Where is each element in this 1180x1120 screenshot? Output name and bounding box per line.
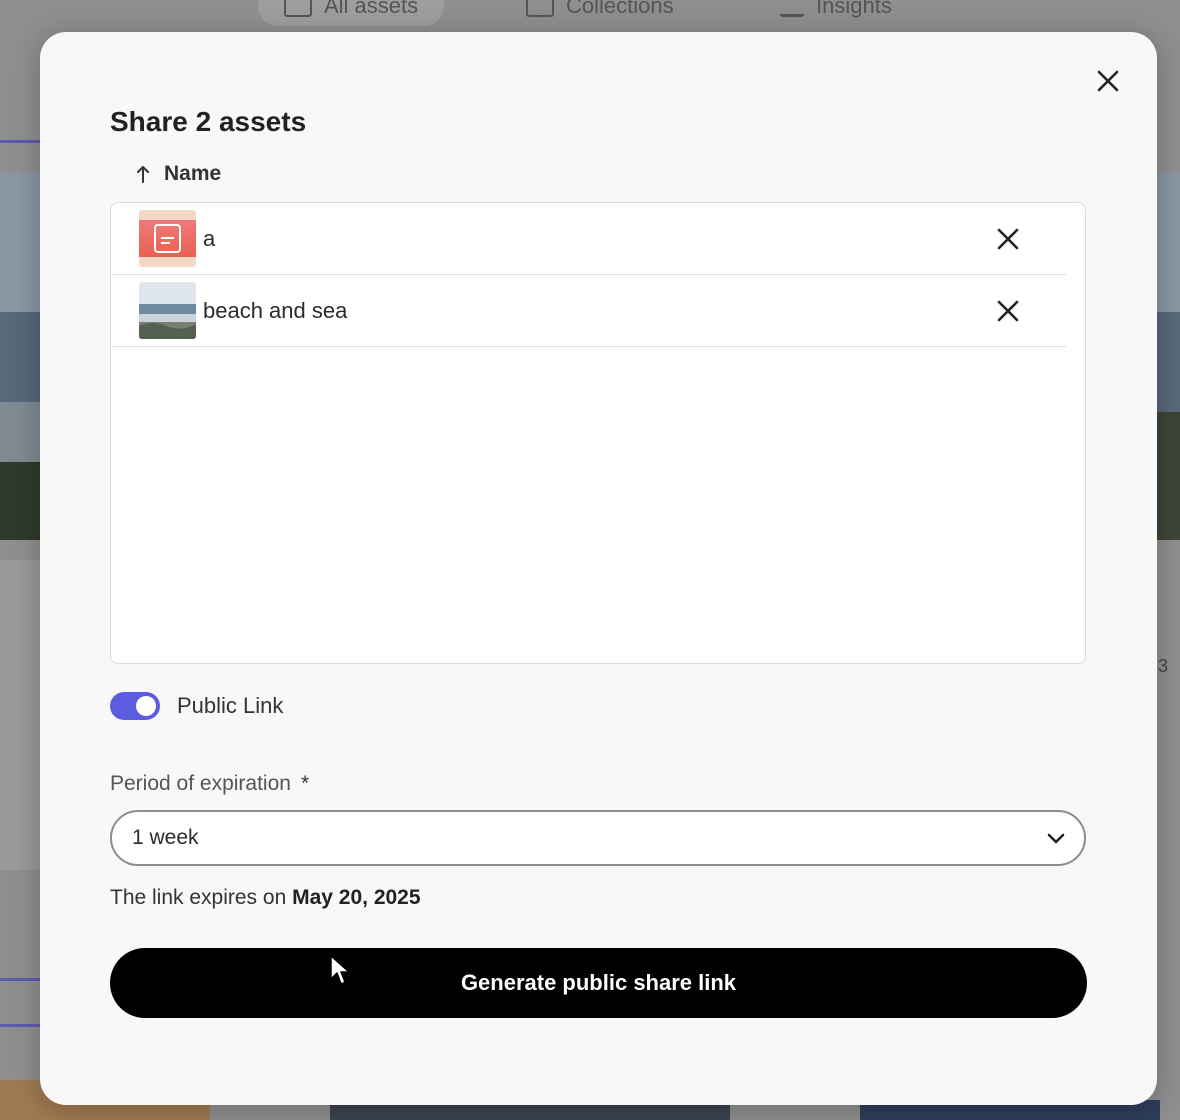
tab-insights-label: Insights <box>816 0 892 18</box>
background-accent-line <box>0 140 40 143</box>
public-link-label: Public Link <box>177 693 284 718</box>
tab-insights: Insights <box>780 0 892 26</box>
share-dialog: Share 2 assets Name a beach and sea Publ… <box>40 32 1157 1105</box>
background-accent-line <box>0 978 40 981</box>
background-photo-left <box>0 172 40 540</box>
close-button[interactable] <box>1093 66 1123 96</box>
background-photo-right <box>1157 172 1180 540</box>
tab-collections: Collections <box>526 0 674 26</box>
close-icon <box>997 228 1019 249</box>
remove-asset-button[interactable] <box>994 297 1022 325</box>
remove-asset-button[interactable] <box>994 225 1022 253</box>
expiration-label-text: Period of expiration <box>110 772 291 795</box>
background-accent-line <box>0 1024 40 1027</box>
tab-all-assets: All assets <box>258 0 445 26</box>
toggle-knob <box>136 696 156 716</box>
sort-by-name-header[interactable]: Name <box>136 160 221 188</box>
close-icon <box>997 300 1019 321</box>
beach-photo-thumbnail <box>139 282 196 339</box>
expiration-field-label: Period of expiration * <box>110 772 309 796</box>
mouse-cursor-icon <box>330 955 350 985</box>
expiry-date: May 20, 2025 <box>292 886 421 909</box>
expiration-selected-value: 1 week <box>132 826 199 849</box>
tab-all-assets-label: All assets <box>324 0 419 18</box>
close-icon <box>1097 70 1119 92</box>
dialog-title: Share 2 assets <box>110 106 307 137</box>
background-card <box>0 560 40 870</box>
expiry-note: The link expires on May 20, 2025 <box>110 886 421 910</box>
chevron-down-icon <box>1047 833 1065 844</box>
collections-icon <box>526 0 554 17</box>
public-link-toggle-group: Public Link <box>110 692 283 720</box>
list-item: a <box>111 203 1066 275</box>
background-tabs: All assets Collections Insights <box>0 0 1180 36</box>
asset-name: a <box>203 225 216 251</box>
sort-label: Name <box>164 162 222 185</box>
asset-name: beach and sea <box>203 297 348 323</box>
arrow-up-icon <box>137 166 149 183</box>
insights-icon <box>780 0 804 17</box>
expiry-note-prefix: The link expires on <box>110 886 287 909</box>
pdf-thumbnail <box>139 210 196 267</box>
background-peek-text: 3 <box>1158 656 1169 676</box>
required-marker: * <box>300 772 310 795</box>
tab-collections-label: Collections <box>566 0 674 18</box>
generate-public-share-link-button[interactable]: Generate public share link <box>110 948 1087 1018</box>
assets-icon <box>284 0 312 17</box>
list-item: beach and sea <box>111 275 1066 347</box>
expiration-select[interactable]: 1 week <box>110 810 1086 866</box>
asset-list: a beach and sea <box>110 202 1086 664</box>
public-link-toggle[interactable] <box>110 692 160 720</box>
